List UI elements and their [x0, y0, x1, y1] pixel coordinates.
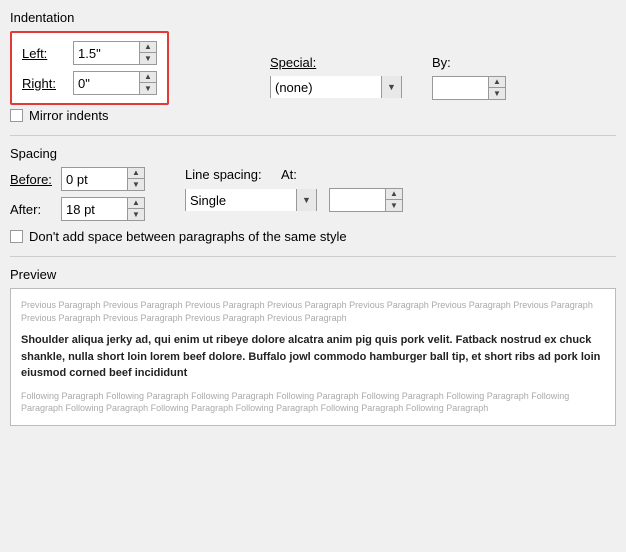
left-label: Left: [22, 46, 67, 61]
left-spinner-buttons: ▲ ▼ [139, 42, 156, 64]
by-input[interactable] [433, 77, 488, 99]
by-spinner-buttons: ▲ ▼ [488, 77, 505, 99]
before-up-button[interactable]: ▲ [128, 168, 144, 179]
after-row: After: ▲ ▼ [10, 197, 145, 221]
special-by-group: Special: (none) ▼ By: ▲ ▼ [270, 55, 616, 100]
after-label: After: [10, 202, 55, 217]
after-down-button[interactable]: ▼ [128, 209, 144, 220]
spacing-title: Spacing [10, 146, 616, 161]
before-spinner: ▲ ▼ [61, 167, 145, 191]
right-label: Right: [22, 76, 67, 91]
after-input[interactable] [62, 198, 127, 220]
by-label-row: By: [432, 55, 506, 70]
by-up-button[interactable]: ▲ [489, 77, 505, 88]
line-spacing-dropdown-arrow[interactable]: ▼ [296, 189, 316, 211]
line-spacing-value: Single [186, 189, 296, 211]
dont-add-space-row: Don't add space between paragraphs of th… [10, 229, 616, 244]
preview-main-text: Shoulder aliqua jerky ad, qui enim ut ri… [21, 332, 605, 382]
divider-2 [10, 256, 616, 257]
before-input[interactable] [62, 168, 127, 190]
preview-prev-text: Previous Paragraph Previous Paragraph Pr… [21, 299, 605, 324]
line-spacing-label-row: Line spacing: At: [185, 167, 403, 182]
special-select-row: (none) ▼ [270, 76, 402, 98]
by-spinner-row: ▲ ▼ [432, 76, 506, 100]
dont-add-space-label: Don't add space between paragraphs of th… [29, 229, 347, 244]
line-spacing-label: Line spacing: [185, 167, 275, 182]
right-down-button[interactable]: ▼ [140, 83, 156, 94]
at-input[interactable] [330, 189, 385, 211]
by-down-button[interactable]: ▼ [489, 88, 505, 99]
before-down-button[interactable]: ▼ [128, 179, 144, 190]
indentation-box: Left: ▲ ▼ Right: ▲ ▼ [10, 31, 169, 105]
preview-box: Previous Paragraph Previous Paragraph Pr… [10, 288, 616, 426]
line-spacing-group: Line spacing: At: Single ▼ ▲ ▼ [185, 167, 403, 221]
before-label: Before: [10, 172, 55, 187]
at-down-button[interactable]: ▼ [386, 200, 402, 211]
before-spinner-buttons: ▲ ▼ [127, 168, 144, 190]
preview-section: Preview Previous Paragraph Previous Para… [10, 267, 616, 426]
by-spinner: ▲ ▼ [432, 76, 506, 100]
after-up-button[interactable]: ▲ [128, 198, 144, 209]
spacing-section: Spacing Before: ▲ ▼ After: ▲ [10, 146, 616, 244]
special-value: (none) [271, 76, 381, 98]
left-down-button[interactable]: ▼ [140, 53, 156, 64]
mirror-indents-checkbox[interactable] [10, 109, 23, 122]
left-row: Left: ▲ ▼ [22, 41, 157, 65]
before-after-group: Before: ▲ ▼ After: ▲ ▼ [10, 167, 145, 221]
mirror-indents-row: Mirror indents [10, 108, 616, 123]
at-label: At: [281, 167, 326, 182]
right-input[interactable] [74, 72, 139, 94]
mirror-indents-label: Mirror indents [29, 108, 108, 123]
special-label-row: Special: [270, 55, 402, 70]
after-spinner-buttons: ▲ ▼ [127, 198, 144, 220]
left-spinner: ▲ ▼ [73, 41, 157, 65]
indentation-title: Indentation [10, 10, 616, 25]
left-input[interactable] [74, 42, 139, 64]
line-spacing-controls-row: Single ▼ ▲ ▼ [185, 188, 403, 212]
line-spacing-select-group[interactable]: Single ▼ [185, 189, 317, 211]
preview-follow-text: Following Paragraph Following Paragraph … [21, 390, 605, 415]
at-up-button[interactable]: ▲ [386, 189, 402, 200]
by-label: By: [432, 55, 477, 70]
at-spinner: ▲ ▼ [329, 188, 403, 212]
left-up-button[interactable]: ▲ [140, 42, 156, 53]
special-select-group[interactable]: (none) ▼ [270, 76, 402, 98]
before-row: Before: ▲ ▼ [10, 167, 145, 191]
right-spinner: ▲ ▼ [73, 71, 157, 95]
right-row: Right: ▲ ▼ [22, 71, 157, 95]
special-dropdown-arrow[interactable]: ▼ [381, 76, 401, 98]
preview-title: Preview [10, 267, 616, 282]
at-spinner-buttons: ▲ ▼ [385, 189, 402, 211]
spacing-main-row: Before: ▲ ▼ After: ▲ ▼ [10, 167, 616, 221]
special-label: Special: [270, 55, 316, 70]
indentation-section: Indentation Left: ▲ ▼ Right: ▲ ▼ [10, 10, 616, 123]
divider-1 [10, 135, 616, 136]
special-group: Special: (none) ▼ [270, 55, 402, 100]
right-spinner-buttons: ▲ ▼ [139, 72, 156, 94]
after-spinner: ▲ ▼ [61, 197, 145, 221]
dont-add-space-checkbox[interactable] [10, 230, 23, 243]
by-group: By: ▲ ▼ [432, 55, 506, 100]
right-up-button[interactable]: ▲ [140, 72, 156, 83]
